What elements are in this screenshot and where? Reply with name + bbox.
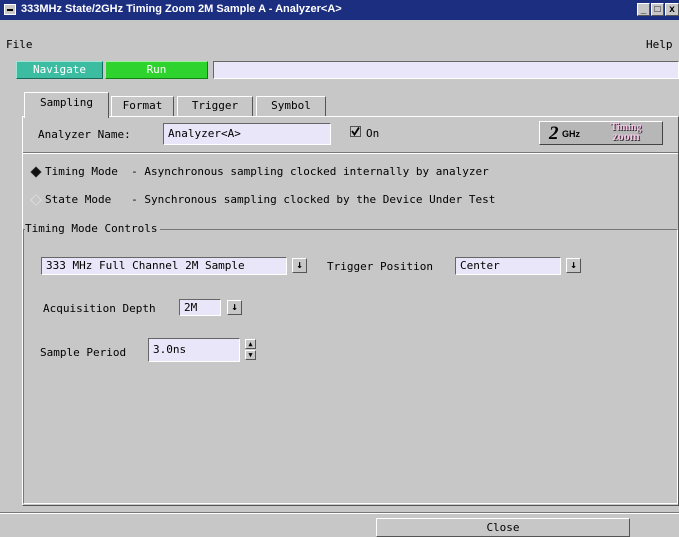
- acquisition-depth-select[interactable]: 2M: [179, 299, 221, 316]
- sample-mode-select[interactable]: 333 MHz Full Channel 2M Sample: [41, 257, 287, 275]
- run-button[interactable]: Run: [105, 61, 208, 79]
- analyzer-name-input[interactable]: Analyzer<A>: [163, 123, 331, 145]
- trigger-position-select[interactable]: Center: [455, 257, 561, 275]
- tab-symbol[interactable]: Symbol: [256, 96, 326, 116]
- acquisition-depth-dropdown-icon[interactable]: ↓: [227, 300, 242, 315]
- divider: [23, 152, 678, 154]
- on-label: On: [366, 127, 380, 140]
- analyzer-name-label: Analyzer Name:: [38, 128, 131, 141]
- menu-file[interactable]: File: [6, 38, 33, 51]
- sample-period-up-icon[interactable]: ▲: [245, 339, 256, 349]
- group-title: Timing Mode Controls: [25, 222, 161, 235]
- sample-mode-dropdown-icon[interactable]: ↓: [292, 258, 307, 273]
- trigger-position-dropdown-icon[interactable]: ↓: [566, 258, 581, 273]
- logo-timing-zoom: Timing zoom: [592, 123, 660, 143]
- trigger-position-label: Trigger Position: [327, 260, 433, 273]
- maximize-button[interactable]: □: [651, 3, 664, 16]
- minimize-button[interactable]: _: [637, 3, 650, 16]
- menu-help[interactable]: Help: [646, 38, 673, 51]
- navigate-button[interactable]: Navigate: [16, 61, 103, 79]
- tab-format[interactable]: Format: [111, 96, 174, 116]
- window-menu-icon[interactable]: [4, 4, 16, 15]
- timing-zoom-logo: 2 GHz Timing zoom: [539, 121, 663, 145]
- close-window-button[interactable]: x: [665, 3, 679, 16]
- acquisition-depth-label: Acquisition Depth: [43, 302, 156, 315]
- logo-ghz: GHz: [562, 129, 580, 139]
- logo-two: 2: [549, 123, 559, 144]
- logo-zoom: zoom: [612, 129, 640, 143]
- sample-period-down-icon[interactable]: ▼: [245, 350, 256, 360]
- window-title: 333MHz State/2GHz Timing Zoom 2M Sample …: [21, 3, 342, 15]
- sample-period-label: Sample Period: [40, 346, 127, 359]
- timing-mode-label[interactable]: Timing Mode - Asynchronous sampling cloc…: [45, 165, 489, 178]
- tab-trigger[interactable]: Trigger: [177, 96, 253, 116]
- on-checkbox[interactable]: [350, 126, 361, 137]
- status-field: [213, 61, 679, 79]
- menu-bar: File Help: [0, 20, 679, 56]
- close-button[interactable]: Close: [376, 518, 630, 537]
- toolbar: Navigate Run: [0, 56, 679, 86]
- title-bar[interactable]: 333MHz State/2GHz Timing Zoom 2M Sample …: [0, 0, 679, 20]
- tab-sampling[interactable]: Sampling: [24, 92, 109, 118]
- state-mode-label[interactable]: State Mode - Synchronous sampling clocke…: [45, 193, 495, 206]
- footer-divider: [0, 512, 679, 514]
- sample-period-input[interactable]: 3.0ns: [148, 338, 240, 362]
